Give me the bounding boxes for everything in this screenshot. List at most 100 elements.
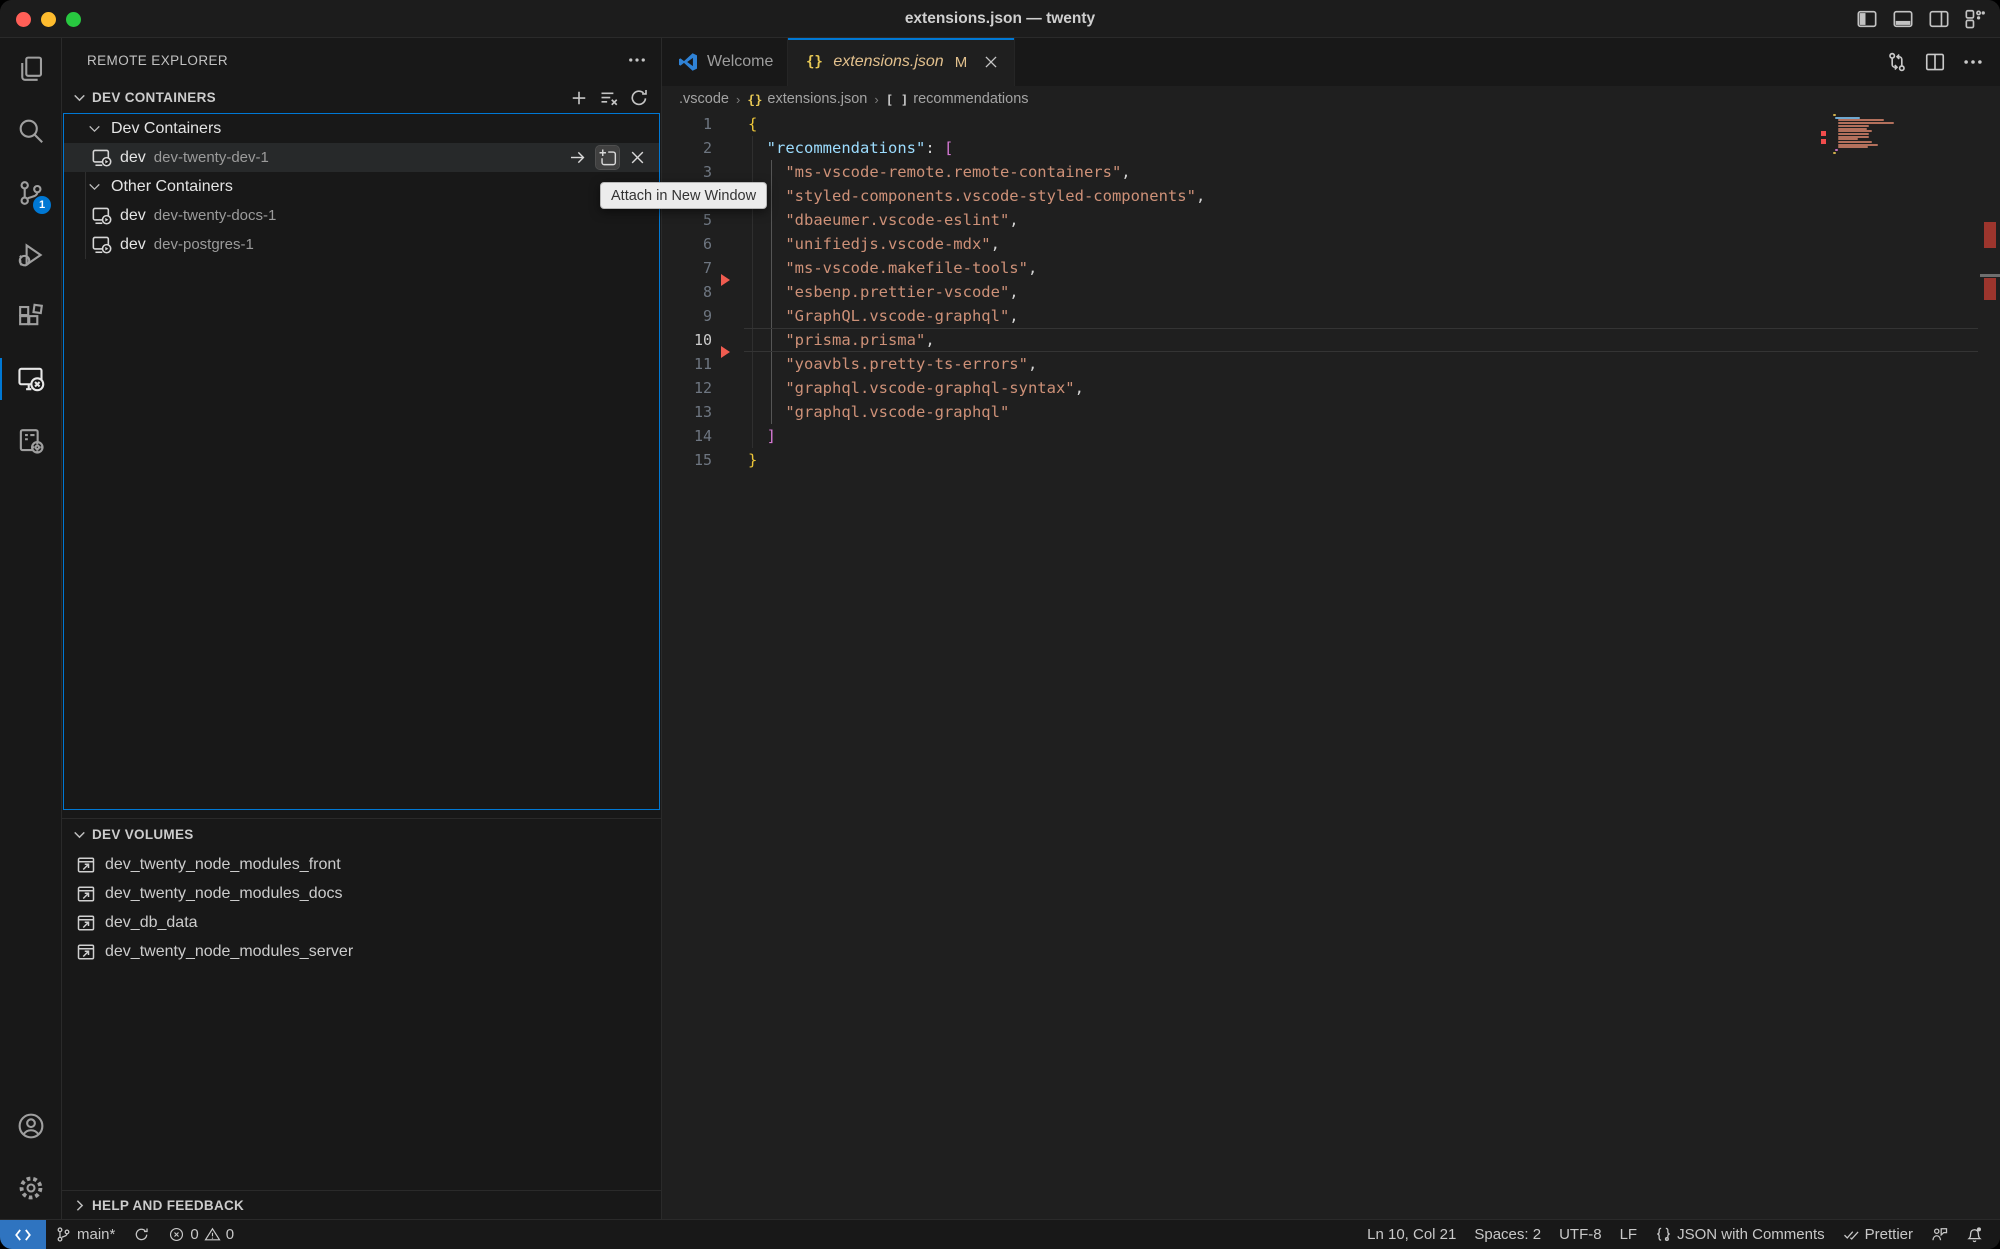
- volume-name: dev_twenty_node_modules_docs: [105, 885, 343, 903]
- refresh-icon[interactable]: [629, 88, 649, 108]
- code-line: 6 "unifiedjs.vscode-mdx",: [662, 232, 2000, 256]
- code-editor[interactable]: 1{2 "recommendations": [3 "ms-vscode-rem…: [662, 112, 2000, 1219]
- open-changes-icon[interactable]: [1886, 51, 1908, 73]
- more-actions-icon[interactable]: [1962, 51, 1984, 73]
- help-and-feedback-label: HELP AND FEEDBACK: [92, 1198, 244, 1213]
- code-text: "graphql.vscode-graphql": [748, 400, 1009, 424]
- vscode-window: extensions.json — twenty 1 REMOTE EXPLOR…: [0, 0, 2000, 1249]
- status-label: Prettier: [1865, 1226, 1913, 1243]
- status-language-mode[interactable]: JSON with Comments: [1646, 1220, 1834, 1249]
- code-text: ]: [748, 424, 776, 448]
- zoom-window-button[interactable]: [66, 12, 81, 27]
- close-tab-icon[interactable]: [982, 53, 1000, 71]
- breadcrumb-item[interactable]: [ ]recommendations: [886, 91, 1029, 107]
- breadcrumb-item[interactable]: {}extensions.json: [747, 91, 867, 107]
- activity-item-remote-explorer[interactable]: [0, 348, 61, 410]
- stop-container-icon[interactable]: [626, 146, 649, 169]
- tree-group-dev-containers[interactable]: Dev Containers: [64, 114, 659, 143]
- sidebar-title: REMOTE EXPLORER: [87, 53, 228, 68]
- minimap-line: [1838, 138, 1858, 140]
- breadcrumb-item[interactable]: .vscode: [679, 91, 729, 107]
- activity-item-run-debug[interactable]: [0, 224, 61, 286]
- line-number: 13: [662, 403, 712, 421]
- dev-volumes-section-header[interactable]: DEV VOLUMES: [62, 819, 661, 850]
- container-description: dev-twenty-dev-1: [154, 149, 269, 166]
- status-encoding[interactable]: UTF-8: [1550, 1220, 1611, 1249]
- close-window-button[interactable]: [16, 12, 31, 27]
- volume-icon: [76, 855, 96, 875]
- activity-item-accounts[interactable]: [0, 1095, 61, 1157]
- tab-extensions-json[interactable]: {}extensions.jsonM: [788, 38, 1015, 86]
- volume-row[interactable]: dev_db_data: [62, 908, 661, 937]
- activity-item-dev-containers[interactable]: [0, 410, 61, 472]
- toggle-panel-icon[interactable]: [1892, 8, 1914, 30]
- volume-row[interactable]: dev_twenty_node_modules_front: [62, 850, 661, 879]
- add-container-icon[interactable]: [569, 88, 589, 108]
- code-line: 12 "graphql.vscode-graphql-syntax",: [662, 376, 2000, 400]
- activity-item-settings[interactable]: [0, 1157, 61, 1219]
- container-name: dev: [120, 236, 146, 254]
- minimap-marker: [1821, 131, 1826, 136]
- problems-status[interactable]: 0 0: [159, 1220, 243, 1249]
- minimize-window-button[interactable]: [41, 12, 56, 27]
- tree-group-other-containers[interactable]: Other Containers: [64, 172, 659, 201]
- code-line: 9 "GraphQL.vscode-graphql",: [662, 304, 2000, 328]
- attach-new-window-icon[interactable]: [596, 146, 619, 169]
- split-editor-icon[interactable]: [1924, 51, 1946, 73]
- volume-icon: [76, 884, 96, 904]
- toggle-primary-sidebar-icon[interactable]: [1856, 8, 1878, 30]
- minimap-marker: [1821, 139, 1826, 144]
- minimap-line: [1838, 133, 1869, 135]
- container-row[interactable]: devdev-twenty-docs-1: [64, 201, 659, 230]
- customize-layout-icon[interactable]: [1964, 8, 1986, 30]
- activity-item-source-control[interactable]: 1: [0, 162, 61, 224]
- code-text: {: [748, 112, 757, 136]
- line-number: 3: [662, 163, 712, 181]
- overview-ruler[interactable]: [1980, 112, 2000, 1219]
- code-text: "esbenp.prettier-vscode",: [748, 280, 1019, 304]
- activity-item-explorer[interactable]: [0, 38, 61, 100]
- status-indentation[interactable]: Spaces: 2: [1465, 1220, 1550, 1249]
- status-formatter-prettier[interactable]: Prettier: [1834, 1220, 1922, 1249]
- tab-bar: Welcome{}extensions.jsonM: [662, 38, 2000, 86]
- status-notifications[interactable]: [1957, 1220, 1992, 1249]
- sync-status[interactable]: [124, 1220, 159, 1249]
- status-eol[interactable]: LF: [1611, 1220, 1647, 1249]
- status-cursor-position[interactable]: Ln 10, Col 21: [1358, 1220, 1465, 1249]
- more-actions-icon[interactable]: [627, 50, 647, 70]
- code-text: "styled-components.vscode-styled-compone…: [748, 184, 1205, 208]
- code-text: "unifiedjs.vscode-mdx",: [748, 232, 1000, 256]
- toggle-secondary-sidebar-icon[interactable]: [1928, 8, 1950, 30]
- braces-small-icon: [1655, 1226, 1672, 1243]
- status-feedback[interactable]: [1922, 1220, 1957, 1249]
- activity-item-search[interactable]: [0, 100, 61, 162]
- chevron-down-icon: [86, 178, 103, 195]
- container-icon: [91, 234, 112, 255]
- dev-containers-section-header[interactable]: DEV CONTAINERS: [62, 82, 661, 113]
- git-modified-badge: M: [955, 54, 968, 71]
- code-line: 14 ]: [662, 424, 2000, 448]
- status-label: Ln 10, Col 21: [1367, 1226, 1456, 1243]
- clear-filter-icon[interactable]: [599, 88, 619, 108]
- git-branch-status[interactable]: main*: [46, 1220, 124, 1249]
- attach-container-icon[interactable]: [566, 146, 589, 169]
- volume-row[interactable]: dev_twenty_node_modules_server: [62, 937, 661, 966]
- volume-row[interactable]: dev_twenty_node_modules_docs: [62, 879, 661, 908]
- tab-label: extensions.json: [833, 53, 943, 71]
- container-name: dev: [120, 207, 146, 225]
- line-number: 14: [662, 427, 712, 445]
- container-row[interactable]: devdev-postgres-1: [64, 230, 659, 259]
- ruler-modified-mark: [1984, 222, 1996, 248]
- tab-welcome[interactable]: Welcome: [662, 38, 788, 86]
- code-line: 2 "recommendations": [: [662, 136, 2000, 160]
- code-line: 10 "prisma.prisma",: [662, 328, 2000, 352]
- line-number: 10: [662, 331, 712, 349]
- remote-indicator[interactable]: [0, 1220, 46, 1249]
- code-text: "prisma.prisma",: [748, 328, 935, 352]
- ruler-modified-mark: [1984, 278, 1996, 300]
- activity-item-extensions[interactable]: [0, 286, 61, 348]
- status-label: JSON with Comments: [1677, 1226, 1825, 1243]
- container-row[interactable]: devdev-twenty-dev-1: [64, 143, 659, 172]
- help-and-feedback-section-header[interactable]: HELP AND FEEDBACK: [62, 1190, 661, 1219]
- code-text: "recommendations": [: [748, 136, 953, 160]
